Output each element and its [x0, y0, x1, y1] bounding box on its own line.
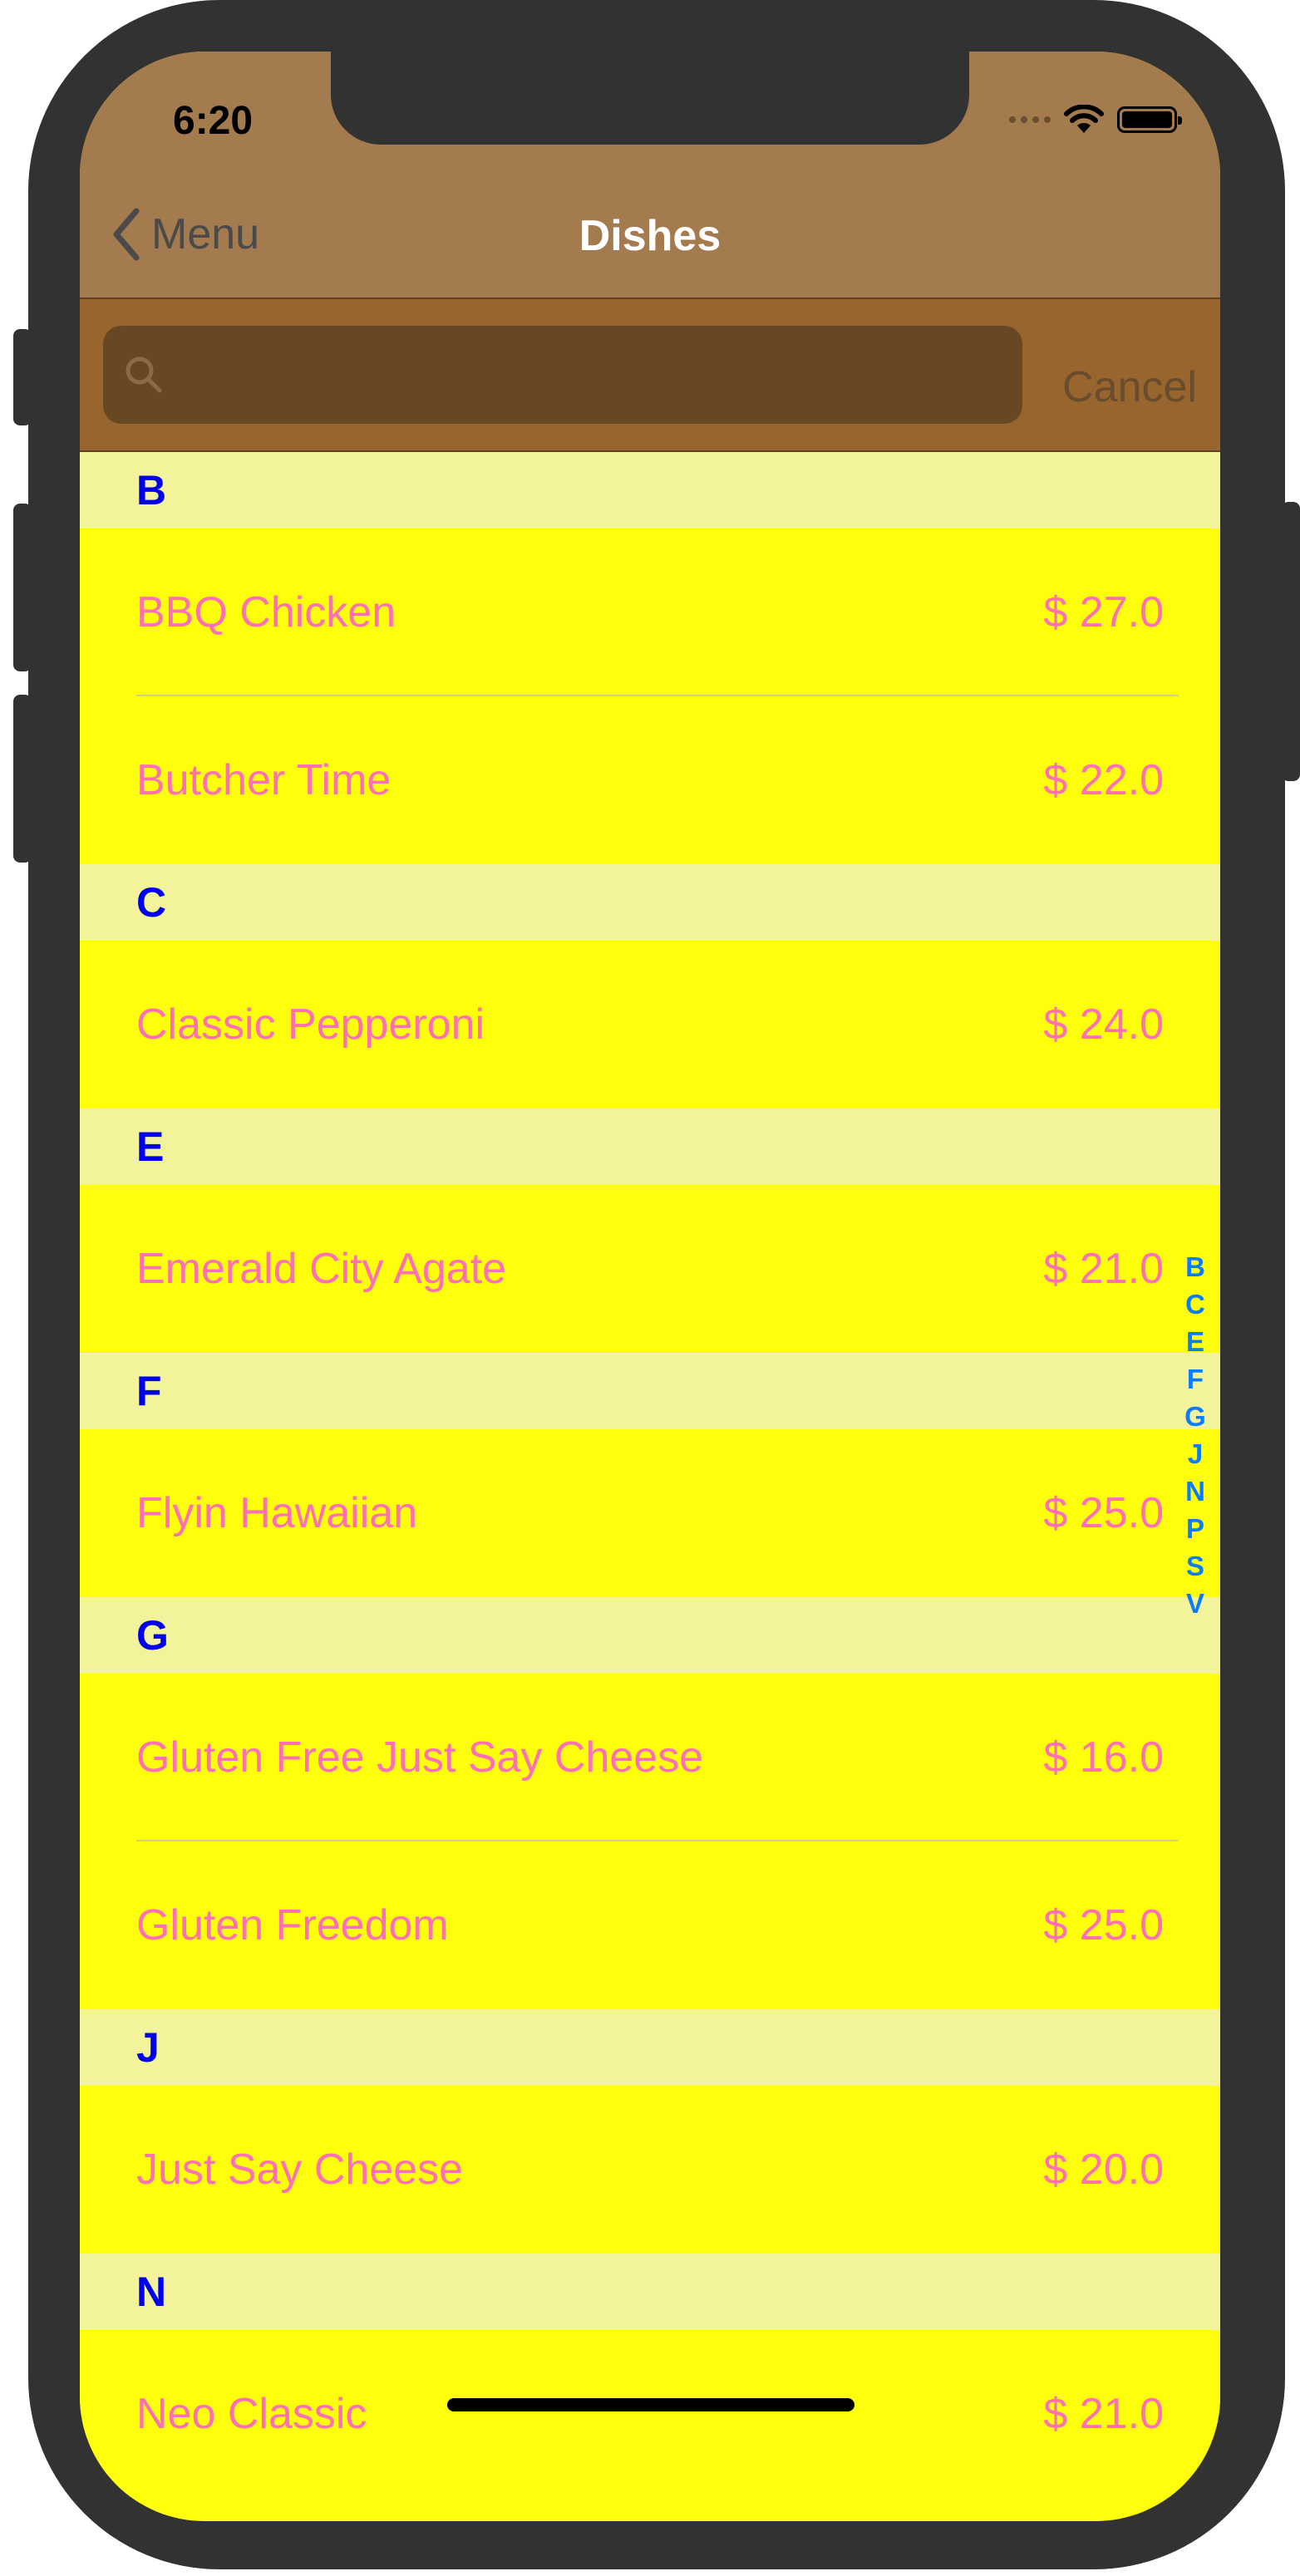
index-letter-p[interactable]: P	[1186, 1510, 1204, 1547]
index-letter-j[interactable]: J	[1188, 1435, 1203, 1472]
index-letter-v[interactable]: V	[1186, 1585, 1204, 1622]
dish-name: Neo Classic	[136, 2390, 367, 2438]
dish-price: $ 25.0	[1043, 1901, 1164, 1949]
index-letter-f[interactable]: F	[1187, 1360, 1204, 1398]
dish-row[interactable]: Neo Classic $ 21.0	[80, 2330, 1220, 2498]
index-letter-c[interactable]: C	[1185, 1286, 1205, 1323]
section-header-c: C	[80, 864, 1220, 941]
dish-price: $ 24.0	[1043, 1000, 1164, 1049]
index-letter-b[interactable]: B	[1185, 1248, 1205, 1286]
cellular-icon	[1009, 116, 1051, 123]
dish-name: Gluten Free Just Say Cheese	[136, 1733, 704, 1782]
search-field[interactable]	[103, 326, 1022, 425]
volume-up-button	[13, 504, 32, 671]
index-letter-n[interactable]: N	[1185, 1472, 1205, 1510]
dish-name: Emerald City Agate	[136, 1245, 507, 1293]
dish-name: Just Say Cheese	[136, 2146, 464, 2194]
dish-row[interactable]: BBQ Chicken $ 27.0	[80, 528, 1220, 696]
dish-name: Gluten Freedom	[136, 1901, 449, 1949]
dish-price: $ 20.0	[1043, 2146, 1164, 2194]
section-header-e: E	[80, 1109, 1220, 1185]
dish-price: $ 25.0	[1043, 1489, 1164, 1537]
dish-row[interactable]: Classic Pepperoni $ 24.0	[80, 941, 1220, 1109]
dish-row[interactable]: Emerald City Agate $ 21.0	[80, 1185, 1220, 1353]
dish-price: $ 21.0	[1043, 2390, 1164, 2438]
section-header-g: G	[80, 1597, 1220, 1674]
dish-price: $ 16.0	[1043, 1733, 1164, 1782]
status-time: 6:20	[173, 99, 254, 143]
search-input[interactable]	[176, 326, 1011, 425]
page-title: Dishes	[579, 212, 721, 260]
index-letter-e[interactable]: E	[1186, 1323, 1204, 1360]
search-bar: Cancel	[80, 299, 1220, 452]
volume-down-button	[13, 695, 32, 863]
wifi-icon	[1064, 105, 1104, 133]
section-index[interactable]: BCEFGJNPSV	[1179, 1248, 1212, 1622]
index-letter-s[interactable]: S	[1186, 1547, 1204, 1585]
power-button	[1282, 502, 1300, 781]
dish-row[interactable]: Gluten Freedom $ 25.0	[80, 1841, 1220, 2009]
dish-name: Flyin Hawaiian	[136, 1489, 418, 1537]
dish-price: $ 21.0	[1043, 1245, 1164, 1293]
dish-name: Butcher Time	[136, 756, 391, 804]
home-indicator[interactable]	[447, 2398, 854, 2411]
dish-row[interactable]: Flyin Hawaiian $ 25.0	[80, 1429, 1220, 1597]
search-icon	[126, 356, 162, 393]
dish-row[interactable]: Just Say Cheese $ 20.0	[80, 2086, 1220, 2254]
dish-name: Classic Pepperoni	[136, 1000, 485, 1049]
battery-icon	[1117, 106, 1182, 133]
dish-name: BBQ Chicken	[136, 588, 396, 637]
dish-price: $ 22.0	[1043, 756, 1164, 804]
silent-switch	[13, 329, 32, 425]
index-letter-g[interactable]: G	[1184, 1398, 1206, 1435]
cancel-button[interactable]: Cancel	[1062, 362, 1197, 412]
section-header-b: B	[80, 452, 1220, 528]
dish-price: $ 27.0	[1043, 588, 1164, 637]
notch	[331, 52, 969, 145]
section-header-n: N	[80, 2254, 1220, 2330]
dish-list: B BBQ Chicken $ 27.0 Butcher Time $ 22.0 C Cla…	[80, 452, 1220, 2498]
screen: 6:20 Menu Dishes Cancel B BBQ Chicken $ …	[80, 52, 1220, 2521]
dish-row[interactable]: Gluten Free Just Say Cheese $ 16.0	[80, 1674, 1220, 1841]
dish-row[interactable]: Butcher Time $ 22.0	[80, 696, 1220, 864]
status-icons	[1009, 105, 1182, 135]
section-header-f: F	[80, 1353, 1220, 1429]
section-header-j: J	[80, 2009, 1220, 2086]
